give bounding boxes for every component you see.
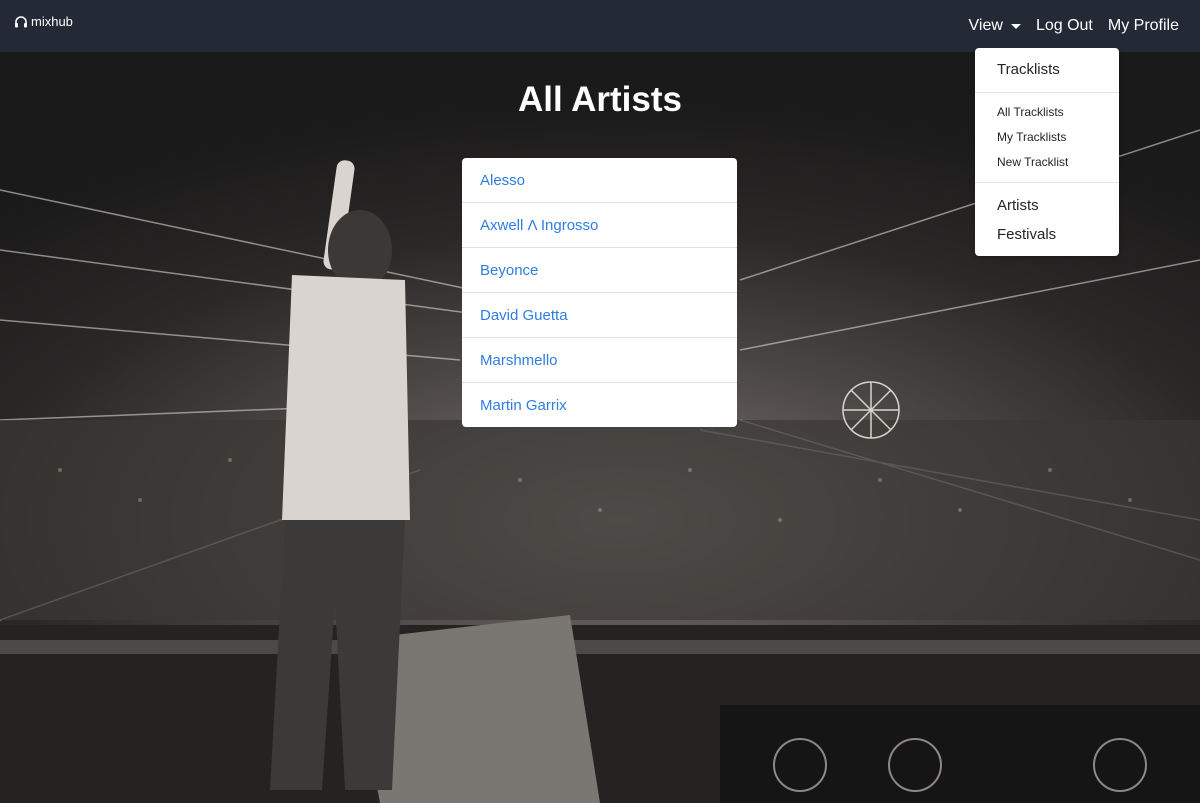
artist-link[interactable]: Axwell Λ Ingrosso: [480, 217, 598, 234]
artist-list-item: Beyonce: [462, 248, 737, 293]
artist-link[interactable]: Beyonce: [480, 262, 538, 279]
view-label: View: [968, 17, 1003, 34]
menu-item-festivals[interactable]: Festivals: [997, 226, 1056, 243]
menu-item-artists[interactable]: Artists: [997, 197, 1039, 214]
dropdown-divider: [975, 182, 1119, 183]
artist-list-item: Alesso: [462, 158, 737, 203]
brand-logo[interactable]: mixhub: [14, 14, 73, 29]
artist-list: Alesso Axwell Λ Ingrosso Beyonce David G…: [462, 158, 737, 427]
menu-item-my-tracklists[interactable]: My Tracklists: [997, 130, 1066, 144]
artist-link[interactable]: David Guetta: [480, 307, 568, 324]
dropdown-header-tracklists: Tracklists: [997, 61, 1060, 78]
artist-link[interactable]: Alesso: [480, 172, 525, 189]
headphones-icon: [15, 15, 27, 27]
nav-links: View Log Out My Profile: [954, 17, 1179, 35]
menu-item-all-tracklists[interactable]: All Tracklists: [997, 105, 1064, 119]
top-navbar: mixhub View Log Out My Profile: [0, 0, 1200, 52]
view-dropdown-toggle[interactable]: View: [969, 17, 1021, 35]
menu-item-new-tracklist[interactable]: New Tracklist: [997, 155, 1068, 169]
view-dropdown-menu: Tracklists All Tracklists My Tracklists …: [975, 48, 1119, 256]
artist-link[interactable]: Marshmello: [480, 352, 558, 369]
artist-list-item: Marshmello: [462, 338, 737, 383]
logout-link[interactable]: Log Out: [1036, 17, 1093, 35]
artist-list-item: David Guetta: [462, 293, 737, 338]
artist-list-item: Martin Garrix: [462, 383, 737, 427]
artist-link[interactable]: Martin Garrix: [480, 397, 567, 414]
dropdown-divider: [975, 92, 1119, 93]
my-profile-link[interactable]: My Profile: [1108, 17, 1179, 35]
caret-down-icon: [1010, 23, 1021, 29]
brand-name: mixhub: [31, 14, 73, 29]
artist-list-item: Axwell Λ Ingrosso: [462, 203, 737, 248]
